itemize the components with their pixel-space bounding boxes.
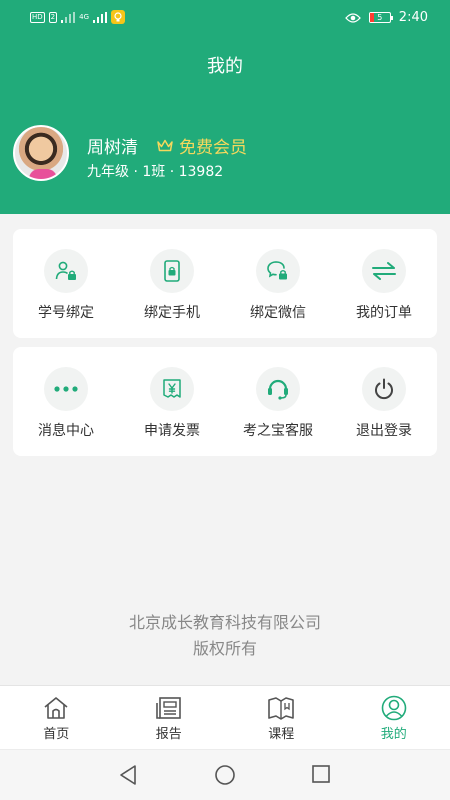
more-dots-icon bbox=[44, 367, 88, 411]
tab-label: 课程 bbox=[268, 727, 295, 742]
wechat-lock-icon bbox=[256, 249, 300, 293]
menu-label: 学号绑定 bbox=[38, 305, 94, 321]
page-title: 我的 bbox=[207, 56, 243, 77]
membership-label: 免费会员 bbox=[179, 138, 247, 158]
status-right: 5 2:40 bbox=[344, 10, 428, 25]
menu-label: 绑定手机 bbox=[144, 305, 200, 321]
tab-label: 我的 bbox=[380, 727, 407, 742]
menu-item-message-center[interactable]: 消息中心 bbox=[13, 347, 119, 456]
copyright-text: 版权所有 bbox=[192, 639, 257, 658]
tab-report[interactable]: 报告 bbox=[113, 686, 226, 749]
phone-lock-icon bbox=[150, 249, 194, 293]
student-id-lock-icon bbox=[44, 249, 88, 293]
menu-label: 消息中心 bbox=[38, 423, 94, 439]
menu-label: 退出登录 bbox=[356, 423, 412, 439]
avatar[interactable] bbox=[13, 125, 69, 181]
tab-label: 首页 bbox=[43, 727, 70, 742]
menu-item-invoice[interactable]: 申请发票 bbox=[119, 347, 225, 456]
service-menu-card: 消息中心 申请发票 考之宝客服 退出登录 bbox=[13, 347, 437, 456]
signal-icon bbox=[61, 11, 76, 23]
bottom-tab-bar: 首页 报告 课程 我的 bbox=[0, 685, 450, 749]
power-icon bbox=[362, 367, 406, 411]
network-chip: HD bbox=[30, 11, 45, 23]
user-class-info: 九年级 · 1班 · 13982 bbox=[87, 164, 224, 180]
profile-header: 我的 周树清 免费会员 九年级 · 1班 · 13982 bbox=[0, 36, 450, 214]
invoice-yuan-icon bbox=[150, 367, 194, 411]
tab-label: 报告 bbox=[155, 727, 182, 742]
menu-item-bind-phone[interactable]: 绑定手机 bbox=[119, 229, 225, 338]
crown-icon bbox=[157, 139, 173, 152]
report-icon bbox=[155, 697, 181, 719]
system-nav-bar bbox=[0, 749, 450, 800]
membership-badge[interactable]: 免费会员 bbox=[156, 133, 247, 158]
status-left: HD 2 4G bbox=[30, 10, 126, 24]
company-name: 北京成长教育科技有限公司 bbox=[128, 613, 321, 632]
tab-courses[interactable]: 课程 bbox=[225, 686, 338, 749]
menu-label: 我的订单 bbox=[356, 305, 412, 321]
menu-label: 绑定微信 bbox=[250, 305, 306, 321]
bulb-notification-icon bbox=[111, 10, 126, 24]
network-sub-chip: 2 bbox=[48, 11, 58, 23]
home-circle-icon[interactable] bbox=[214, 764, 236, 786]
recents-square-icon[interactable] bbox=[311, 764, 331, 784]
menu-item-student-id[interactable]: 学号绑定 bbox=[13, 229, 119, 338]
transfer-arrows-icon bbox=[362, 249, 406, 293]
menu-item-customer-service[interactable]: 考之宝客服 bbox=[225, 347, 331, 456]
clock: 2:40 bbox=[398, 10, 428, 25]
menu-item-bind-wechat[interactable]: 绑定微信 bbox=[225, 229, 331, 338]
book-icon bbox=[268, 697, 295, 720]
eye-comfort-icon bbox=[344, 12, 361, 23]
menu-label: 申请发票 bbox=[144, 423, 200, 439]
menu-item-my-orders[interactable]: 我的订单 bbox=[331, 229, 437, 338]
tab-mine[interactable]: 我的 bbox=[338, 686, 450, 749]
status-bar: HD 2 4G 5 2:40 bbox=[0, 0, 450, 36]
headset-icon bbox=[256, 367, 300, 411]
account-menu-card: 学号绑定 绑定手机 绑定微信 我的订单 bbox=[13, 229, 437, 338]
back-triangle-icon[interactable] bbox=[118, 764, 138, 786]
battery-icon: 5 bbox=[368, 12, 393, 23]
menu-label: 考之宝客服 bbox=[243, 423, 313, 439]
user-name: 周树清 bbox=[87, 138, 138, 158]
profile-icon bbox=[381, 695, 407, 721]
menu-item-logout[interactable]: 退出登录 bbox=[331, 347, 437, 456]
tab-home[interactable]: 首页 bbox=[0, 686, 113, 749]
signal-icon-2 bbox=[93, 11, 108, 23]
signal-tech-label: 4G bbox=[79, 13, 90, 21]
home-icon bbox=[44, 697, 68, 719]
